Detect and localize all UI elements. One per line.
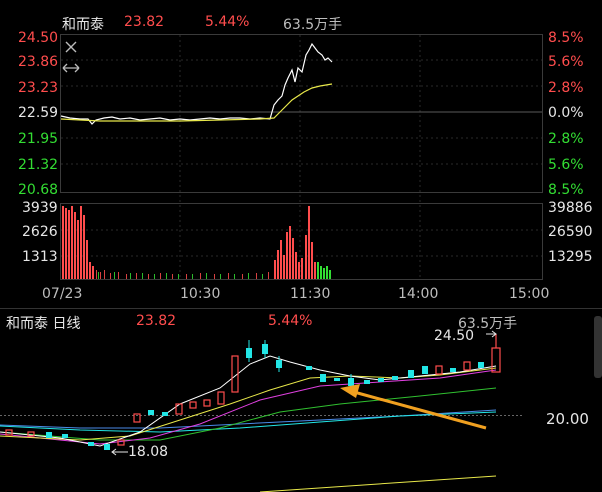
annotation-arrow (340, 384, 487, 430)
kline-chart (0, 330, 524, 492)
kline-candles-down (46, 344, 484, 450)
